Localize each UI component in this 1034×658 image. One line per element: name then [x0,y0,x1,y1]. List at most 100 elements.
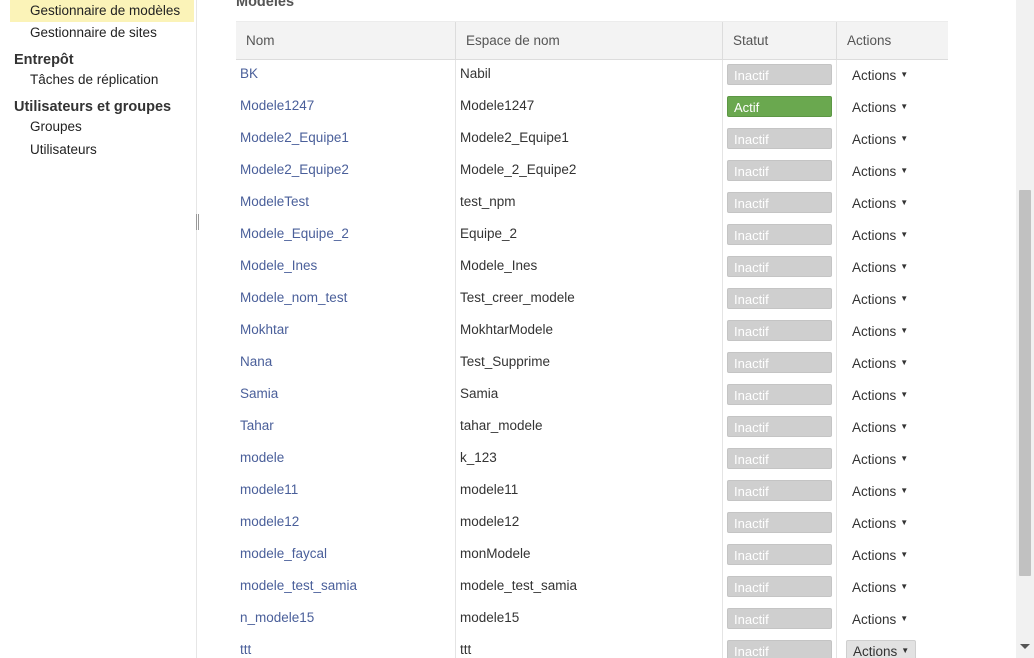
cell-status: Inactif [723,284,837,316]
cell-namespace: Samia [456,380,723,412]
namespace-text: Modele2_Equipe1 [460,130,569,145]
model-name-link[interactable]: Modele_Ines [240,258,317,273]
actions-dropdown-button[interactable]: Actions ▼ [846,193,914,215]
cell-status: Inactif [723,156,837,188]
caret-down-icon: ▼ [900,134,909,144]
model-name-link[interactable]: n_modele15 [240,610,314,625]
actions-dropdown-button[interactable]: Actions ▼ [846,640,917,658]
column-header-actions: Actions [847,33,892,48]
status-badge: Inactif [727,320,832,341]
sidebar-item-groups[interactable]: Groupes [10,116,194,138]
cell-name: Samia [236,380,456,412]
sidebar-item-label: Utilisateurs [30,142,97,157]
caret-down-icon: ▼ [900,262,909,272]
model-name-link[interactable]: Modele_nom_test [240,290,347,305]
actions-dropdown-button[interactable]: Actions ▼ [846,577,914,599]
column-header-name[interactable]: Nom [236,22,456,59]
model-name-link[interactable]: Samia [240,386,278,401]
namespace-text: Nabil [460,66,491,81]
namespace-text: Modele1247 [460,98,535,113]
model-name-link[interactable]: ttt [240,642,251,657]
namespace-text: modele11 [460,482,519,497]
actions-dropdown-button[interactable]: Actions ▼ [846,481,914,503]
actions-dropdown-button[interactable]: Actions ▼ [846,161,914,183]
cell-name: modele [236,444,456,476]
column-header-status[interactable]: Statut [723,22,837,59]
actions-dropdown-button[interactable]: Actions ▼ [846,545,914,567]
actions-dropdown-button[interactable]: Actions ▼ [846,97,914,119]
model-name-link[interactable]: modele_test_samia [240,578,357,593]
actions-dropdown-button[interactable]: Actions ▼ [846,609,914,631]
model-name-link[interactable]: modele12 [240,514,299,529]
actions-dropdown-button[interactable]: Actions ▼ [846,257,914,279]
sidebar-item-label: Tâches de réplication [30,72,159,87]
actions-dropdown-button[interactable]: Actions ▼ [846,129,914,151]
actions-dropdown-button[interactable]: Actions ▼ [846,65,914,87]
caret-down-icon: ▼ [900,70,909,80]
status-badge: Inactif [727,384,832,405]
actions-dropdown-button[interactable]: Actions ▼ [846,385,914,407]
scrollbar-thumb[interactable] [1019,190,1031,576]
column-header-namespace[interactable]: Espace de nom [456,22,723,59]
namespace-text: Test_creer_modele [460,290,575,305]
model-name-link[interactable]: Nana [240,354,272,369]
table-row: Modele1247 Modele1247 Actif Actions ▼ [236,92,948,124]
model-name-link[interactable]: Modele_Equipe_2 [240,226,349,241]
vertical-scrollbar[interactable] [1016,0,1034,658]
cell-name: modele_test_samia [236,572,456,604]
cell-name: modele12 [236,508,456,540]
sidebar-item-users[interactable]: Utilisateurs [10,139,194,161]
table-row: ModeleTest test_npm Inactif Actions ▼ [236,188,948,220]
cell-name: ttt [236,636,456,658]
cell-name: ModeleTest [236,188,456,220]
actions-label: Actions [852,420,897,435]
cell-actions: Actions ▼ [837,636,948,658]
cell-name: modele11 [236,476,456,508]
cell-status: Inactif [723,380,837,412]
namespace-text: modele15 [460,610,520,625]
model-name-link[interactable]: Modele2_Equipe1 [240,130,349,145]
sidebar-item-replication-tasks[interactable]: Tâches de réplication [10,69,194,91]
cell-actions: Actions ▼ [837,156,948,188]
cell-name: Modele_Ines [236,252,456,284]
scroll-down-arrow-icon[interactable] [1020,644,1030,649]
actions-dropdown-button[interactable]: Actions ▼ [846,417,914,439]
model-name-link[interactable]: Mokhtar [240,322,289,337]
model-name-link[interactable]: modele_faycal [240,546,327,561]
sidebar-item-model-manager[interactable]: Gestionnaire de modèles [10,0,194,22]
status-badge: Actif [727,96,832,117]
cell-actions: Actions ▼ [837,380,948,412]
sidebar-item-site-manager[interactable]: Gestionnaire de sites [10,22,194,44]
status-badge: Inactif [727,224,832,245]
model-name-link[interactable]: ModeleTest [240,194,309,209]
model-name-link[interactable]: BK [240,66,258,81]
actions-dropdown-button[interactable]: Actions ▼ [846,513,914,535]
cell-namespace: modele11 [456,476,723,508]
model-name-link[interactable]: Modele2_Equipe2 [240,162,349,177]
caret-down-icon: ▼ [900,422,909,432]
namespace-text: Samia [460,386,499,401]
cell-namespace: Equipe_2 [456,220,723,252]
table-body: BK Nabil Inactif Actions ▼ Modele1247 Modele12… [236,60,948,658]
cell-name: Modele1247 [236,92,456,124]
actions-dropdown-button[interactable]: Actions ▼ [846,353,914,375]
actions-dropdown-button[interactable]: Actions ▼ [846,225,914,247]
status-badge: Inactif [727,576,832,597]
cell-actions: Actions ▼ [837,188,948,220]
cell-status: Inactif [723,572,837,604]
actions-label: Actions [852,612,897,627]
sidebar-resize-handle[interactable] [196,214,199,230]
model-name-link[interactable]: modele11 [240,482,298,497]
model-name-link[interactable]: Tahar [240,418,274,433]
actions-dropdown-button[interactable]: Actions ▼ [846,321,914,343]
actions-dropdown-button[interactable]: Actions ▼ [846,289,914,311]
model-name-link[interactable]: modele [240,450,284,465]
sidebar-heading-entrepot: Entrepôt [14,52,74,68]
model-name-link[interactable]: Modele1247 [240,98,314,113]
actions-dropdown-button[interactable]: Actions ▼ [846,449,914,471]
cell-actions: Actions ▼ [837,220,948,252]
cell-namespace: monModele [456,540,723,572]
status-badge: Inactif [727,448,832,469]
actions-label: Actions [852,292,897,307]
cell-namespace: Test_creer_modele [456,284,723,316]
